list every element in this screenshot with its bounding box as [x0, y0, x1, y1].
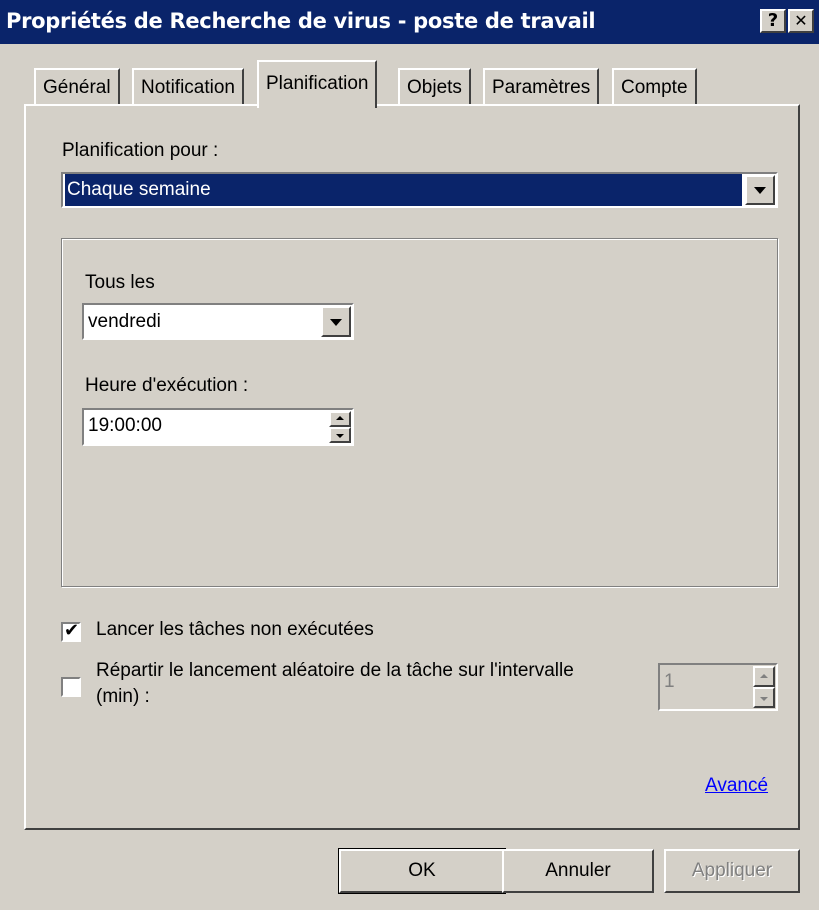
tab-compte[interactable]: Compte [612, 68, 697, 106]
random-start-label-line1[interactable]: Répartir le lancement aléatoire de la tâ… [96, 660, 574, 682]
day-select[interactable]: vendredi [82, 303, 354, 340]
arrow-down-icon [336, 434, 344, 438]
tab-objets[interactable]: Objets [398, 68, 471, 106]
close-button[interactable]: ✕ [788, 9, 814, 33]
schedule-label: Planification pour : [62, 140, 219, 161]
schedule-select[interactable]: Chaque semaine [61, 172, 778, 208]
schedule-value: Chaque semaine [65, 174, 742, 206]
tab-planification[interactable]: Planification [257, 60, 378, 108]
run-missed-checkbox[interactable]: ✔ [61, 620, 81, 642]
help-button[interactable]: ? [760, 9, 786, 33]
random-interval-value: 1 [664, 671, 675, 692]
tab-notification[interactable]: Notification [132, 68, 244, 106]
every-label: Tous les [85, 272, 155, 293]
properties-dialog: Propriétés de Recherche de virus - poste… [0, 0, 819, 910]
interval-down-button[interactable] [753, 687, 775, 708]
cancel-button[interactable]: Annuler [502, 849, 654, 893]
ok-button[interactable]: OK [338, 848, 506, 894]
arrow-down-icon [760, 696, 768, 701]
time-input[interactable]: 19:00:00 [82, 408, 354, 446]
time-spinner [329, 411, 351, 443]
check-icon: ✔ [64, 620, 80, 641]
interval-up-button[interactable] [753, 666, 775, 687]
time-down-button[interactable] [329, 427, 351, 443]
window-title: Propriétés de Recherche de virus - poste… [6, 9, 596, 33]
random-interval-spinner [753, 666, 775, 708]
title-bar: Propriétés de Recherche de virus - poste… [0, 0, 819, 44]
random-interval-input[interactable]: 1 [658, 663, 778, 711]
random-start-checkbox[interactable] [61, 677, 81, 697]
run-missed-label[interactable]: Lancer les tâches non exécutées [96, 619, 374, 641]
time-label: Heure d'exécution : [85, 375, 249, 396]
chevron-down-icon [754, 187, 766, 194]
schedule-dropdown-button[interactable] [745, 175, 775, 205]
arrow-up-icon [336, 416, 344, 420]
day-value: vendredi [88, 311, 161, 332]
chevron-down-icon [330, 318, 342, 326]
tab-general[interactable]: Général [34, 68, 120, 106]
advanced-link[interactable]: Avancé [705, 775, 768, 797]
time-value: 19:00:00 [88, 415, 162, 436]
random-start-label-line2[interactable]: (min) : [96, 686, 150, 708]
time-up-button[interactable] [329, 411, 351, 427]
tab-parametres[interactable]: Paramètres [483, 68, 600, 106]
day-dropdown-button[interactable] [321, 306, 351, 337]
apply-button[interactable]: Appliquer [664, 849, 800, 893]
arrow-up-icon [760, 673, 768, 678]
